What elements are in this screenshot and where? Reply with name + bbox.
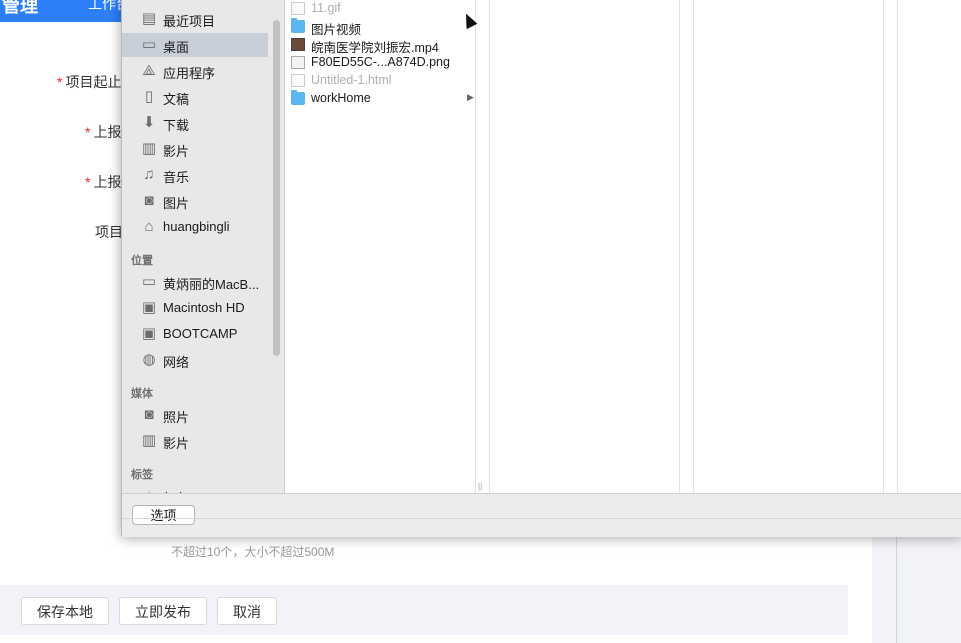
network-icon: ◍ — [142, 351, 156, 368]
applications-icon: ⟁ — [142, 62, 156, 79]
right-panel — [872, 536, 961, 643]
divider — [122, 518, 961, 519]
sidebar-scrollbar[interactable] — [273, 20, 280, 356]
sidebar-item-home[interactable]: ⌂ huangbingli — [122, 215, 268, 239]
column-gap — [679, 0, 694, 493]
file-item[interactable]: 皖南医学院刘振宏.mp4 — [289, 36, 471, 55]
form-label-report-2: * 上报 — [85, 174, 122, 190]
movies-icon: ▥ — [141, 432, 157, 449]
sidebar-item-pictures[interactable]: ◙ 图片 — [122, 189, 268, 213]
folder-icon — [291, 90, 305, 105]
brand-title: 管理 — [2, 0, 38, 16]
sidebar-section-media: 媒体 — [131, 388, 153, 400]
movies-icon: ▥ — [141, 140, 157, 157]
laptop-icon: ▭ — [141, 273, 157, 290]
sidebar-item-tag-red[interactable]: ● 红色 — [122, 484, 268, 494]
sidebar-item-bootcamp[interactable]: ▣ BOOTCAMP — [122, 322, 268, 346]
sidebar-item-downloads[interactable]: ⬇ 下载 — [122, 111, 268, 135]
sidebar-item-applications[interactable]: ⟁ 应用程序 — [122, 59, 268, 83]
recents-icon: ▤ — [141, 10, 157, 27]
cancel-button[interactable]: 取消 — [217, 597, 277, 625]
sidebar-item-documents[interactable]: ▯ 文稿 — [122, 85, 268, 109]
music-icon: ♫ — [143, 166, 155, 183]
disk-icon: ▣ — [141, 299, 157, 316]
sidebar-item-photos[interactable]: ◙ 照片 — [122, 403, 268, 427]
folder-icon — [291, 18, 305, 33]
sidebar-item-macintosh-hd[interactable]: ▣ Macintosh HD — [122, 296, 268, 320]
sidebar-section-locations: 位置 — [131, 255, 153, 267]
pictures-icon: ◙ — [144, 192, 154, 209]
sidebar-section-tags: 标签 — [131, 469, 153, 481]
sidebar-item-recents[interactable]: ▤ 最近项目 — [122, 7, 268, 31]
sidebar-item-music[interactable]: ♫ 音乐 — [122, 163, 268, 187]
disclosure-arrow-icon: ▶ — [467, 92, 474, 102]
html-file-icon — [291, 74, 305, 87]
upload-hint: 不超过10个，大小不超过500M — [171, 545, 335, 559]
file-item[interactable]: Untitled-1.html — [289, 72, 471, 90]
sidebar-item-desktop[interactable]: ▭ 桌面 — [122, 33, 268, 57]
image-file-icon — [291, 56, 305, 69]
sidebar-item-movies[interactable]: ▥ 影片 — [122, 137, 268, 161]
folder-item[interactable]: 图片视频 ▶ — [289, 18, 474, 37]
required-mark: * — [57, 74, 63, 90]
file-open-dialog: ▤ 最近项目 ▭ 桌面 ⟁ 应用程序 ▯ 文稿 ⬇ 下载 ▥ 影片 ♫ 音乐 ◙ — [121, 0, 961, 537]
sidebar-item-macbook[interactable]: ▭ 黄炳丽的MacB... — [122, 270, 268, 294]
sidebar-item-media-movies[interactable]: ▥ 影片 — [122, 429, 268, 453]
folder-item[interactable]: workHome ▶ — [289, 90, 474, 108]
form-label-project: 项目 — [95, 224, 123, 240]
dialog-bottom-bar: 选项 — [122, 493, 961, 537]
home-icon: ⌂ — [144, 218, 154, 235]
publish-now-button[interactable]: 立即发布 — [119, 597, 207, 625]
photos-icon: ◙ — [144, 406, 154, 423]
column-gap — [883, 0, 898, 493]
form-label-report-1: * 上报 — [85, 124, 122, 140]
desktop-icon: ▭ — [141, 36, 157, 53]
documents-icon: ▯ — [144, 88, 154, 105]
file-column-empty-1 — [489, 0, 680, 493]
required-mark: * — [85, 124, 91, 140]
downloads-icon: ⬇ — [142, 114, 156, 131]
divider — [896, 536, 897, 643]
finder-sidebar: ▤ 最近项目 ▭ 桌面 ⟁ 应用程序 ▯ 文稿 ⬇ 下载 ▥ 影片 ♫ 音乐 ◙ — [122, 0, 285, 493]
file-item[interactable]: F80ED55C-...A874D.png — [289, 54, 471, 72]
disk-icon: ▣ — [141, 325, 157, 342]
column-gap — [475, 0, 490, 493]
options-button[interactable]: 选项 — [132, 505, 195, 525]
form-label-project-period: * 项目起止 — [57, 74, 122, 90]
file-column-empty-2 — [693, 0, 884, 493]
gif-file-icon — [291, 2, 305, 15]
required-mark: * — [85, 174, 91, 190]
video-file-icon — [291, 38, 305, 51]
sidebar-item-network[interactable]: ◍ 网络 — [122, 348, 268, 372]
save-local-button[interactable]: 保存本地 — [21, 597, 109, 625]
file-item[interactable]: 11.gif — [289, 0, 471, 18]
file-column-desktop: 11.gif 图片视频 ▶ 皖南医学院刘振宏.mp4 F80ED55C-...A… — [285, 0, 476, 493]
